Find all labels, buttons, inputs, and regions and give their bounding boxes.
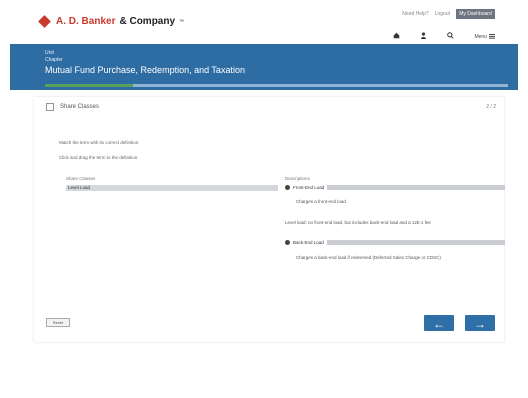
page-counter: 2 / 2 (486, 104, 496, 110)
drop-marker-icon (285, 240, 290, 245)
descriptions-heading: Descriptions (285, 176, 310, 181)
company-logo[interactable]: A. D. Banker & Company ™ (38, 15, 185, 28)
banner-title: Mutual Fund Purchase, Redemption, and Ta… (45, 65, 245, 75)
top-links: Need Help? Logout (402, 11, 450, 17)
logo-diamond-icon (38, 15, 51, 28)
previous-button[interactable]: ← (424, 315, 454, 331)
drop-target-2-label: Back-End Load (293, 240, 324, 245)
logo-text-primary: A. D. Banker (56, 16, 116, 27)
description-3: Charges a back-end load if redeemed (Def… (296, 255, 441, 260)
next-button[interactable]: → (465, 315, 495, 331)
header-icon-row: Menu (393, 32, 495, 41)
instruction-1: Match the term with its correct definiti… (59, 140, 140, 145)
drop-target-1-label: Front-End Load (293, 185, 325, 190)
drop-target-2[interactable]: Back-End Load (285, 240, 505, 245)
card-title-text: Share Classes (60, 104, 100, 110)
drop-marker-icon (285, 185, 290, 190)
progress-fill (45, 84, 133, 87)
reset-button[interactable]: Reset (46, 318, 70, 327)
draggable-term[interactable]: Level Load (66, 185, 278, 191)
progress-bar (45, 84, 508, 87)
instruction-2: Click and drag the term to the definitio… (59, 155, 139, 160)
content-card (34, 97, 504, 342)
help-link[interactable]: Need Help? (402, 11, 428, 17)
user-icon[interactable] (420, 32, 427, 41)
menu-label: Menu (474, 33, 487, 40)
course-banner: Unit Chapter Mutual Fund Purchase, Redem… (10, 44, 518, 90)
drop-target-1[interactable]: Front-End Load (285, 185, 506, 190)
page-icon (46, 103, 54, 111)
logout-link[interactable]: Logout (435, 11, 450, 17)
banner-unit-label: Unit (45, 50, 54, 56)
description-1: Charges a front-end load. (296, 199, 348, 204)
logo-text-secondary: & Company (119, 16, 176, 27)
menu-icon (489, 34, 495, 39)
banner-chapter-label: Chapter (45, 57, 63, 63)
card-title: Share Classes (46, 103, 99, 111)
home-icon[interactable] (393, 32, 400, 41)
share-classes-heading: Share Classes (66, 176, 96, 181)
drop-zone-2[interactable] (326, 240, 505, 245)
search-icon[interactable] (447, 32, 455, 41)
description-2: Level load; no front-end load, but inclu… (285, 220, 431, 225)
menu-button[interactable]: Menu (474, 34, 495, 40)
logo-trademark: ™ (179, 18, 185, 25)
drop-zone-1[interactable] (327, 185, 506, 190)
dashboard-button[interactable]: My Dashboard (456, 9, 495, 19)
